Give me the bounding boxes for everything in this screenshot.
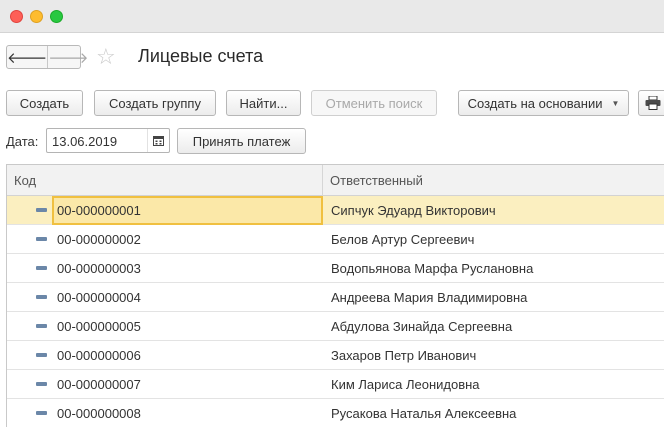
create-group-button[interactable]: Создать группу bbox=[94, 90, 216, 116]
cell-responsible[interactable]: Андреева Мария Владимировна bbox=[331, 283, 527, 312]
date-label: Дата: bbox=[6, 134, 39, 149]
element-icon bbox=[36, 411, 47, 415]
element-icon bbox=[36, 295, 47, 299]
element-icon bbox=[36, 266, 47, 270]
window-close-button[interactable] bbox=[10, 10, 23, 23]
print-icon bbox=[645, 96, 661, 110]
table-row[interactable]: 00-000000008 Русакова Наталья Алексеевна bbox=[7, 399, 664, 427]
cell-code[interactable]: 00-000000001 bbox=[52, 196, 323, 225]
element-icon bbox=[36, 382, 47, 386]
cell-code[interactable]: 00-000000005 bbox=[52, 312, 323, 341]
accept-payment-button[interactable]: Принять платеж bbox=[177, 128, 306, 154]
back-button[interactable]: 🡐 bbox=[7, 46, 49, 68]
cell-responsible[interactable]: Захаров Петр Иванович bbox=[331, 341, 476, 370]
forward-button[interactable]: 🡒 bbox=[48, 46, 88, 68]
cell-code[interactable]: 00-000000008 bbox=[52, 399, 323, 427]
column-header-responsible[interactable]: Ответственный bbox=[323, 165, 664, 196]
dropdown-arrow-icon: ▼ bbox=[611, 98, 620, 108]
window-maximize-button[interactable] bbox=[50, 10, 63, 23]
calendar-icon[interactable] bbox=[147, 129, 169, 152]
navigation-buttons: 🡐 🡒 bbox=[6, 45, 88, 69]
cell-responsible[interactable]: Абдулова Зинайда Сергеевна bbox=[331, 312, 512, 341]
element-icon bbox=[36, 237, 47, 241]
table-row[interactable]: 00-000000007 Ким Лариса Леонидовна bbox=[7, 370, 664, 399]
cell-code[interactable]: 00-000000007 bbox=[52, 370, 323, 399]
create-based-on-label: Создать на основании bbox=[467, 95, 603, 111]
back-arrow-icon: 🡐 bbox=[7, 49, 48, 67]
cell-code[interactable]: 00-000000003 bbox=[52, 254, 323, 283]
table-row[interactable]: 00-000000005 Абдулова Зинайда Сергеевна bbox=[7, 312, 664, 341]
cell-responsible[interactable]: Сипчук Эдуард Викторович bbox=[331, 196, 496, 225]
table-row[interactable]: 00-000000002 Белов Артур Сергеевич bbox=[7, 225, 664, 254]
date-value: 13.06.2019 bbox=[52, 134, 118, 149]
cell-responsible[interactable]: Водопьянова Марфа Руслановна bbox=[331, 254, 533, 283]
accounts-table: Код Ответственный 00-000000001 Сипчук Эд… bbox=[6, 164, 664, 427]
favorite-star-icon[interactable]: ☆ bbox=[96, 44, 116, 70]
cancel-search-button[interactable]: Отменить поиск bbox=[311, 90, 437, 116]
table-row[interactable]: 00-000000004 Андреева Мария Владимировна bbox=[7, 283, 664, 312]
cell-responsible[interactable]: Русакова Наталья Алексеевна bbox=[331, 399, 516, 427]
window-minimize-button[interactable] bbox=[30, 10, 43, 23]
column-header-code[interactable]: Код bbox=[7, 165, 323, 196]
table-header: Код Ответственный bbox=[7, 165, 664, 196]
find-button[interactable]: Найти... bbox=[226, 90, 301, 116]
print-button[interactable] bbox=[638, 90, 664, 116]
page-title: Лицевые счета bbox=[138, 46, 264, 66]
cell-responsible[interactable]: Белов Артур Сергеевич bbox=[331, 225, 474, 254]
forward-arrow-icon: 🡒 bbox=[48, 49, 89, 67]
cell-code[interactable]: 00-000000006 bbox=[52, 341, 323, 370]
element-icon bbox=[36, 324, 47, 328]
element-icon bbox=[36, 208, 47, 212]
cell-code[interactable]: 00-000000002 bbox=[52, 225, 323, 254]
cell-responsible[interactable]: Ким Лариса Леонидовна bbox=[331, 370, 480, 399]
element-icon bbox=[36, 353, 47, 357]
window-titlebar bbox=[0, 0, 664, 33]
date-field[interactable]: 13.06.2019 bbox=[46, 128, 170, 153]
create-based-on-button[interactable]: Создать на основании ▼ bbox=[458, 90, 629, 116]
cell-code[interactable]: 00-000000004 bbox=[52, 283, 323, 312]
create-button[interactable]: Создать bbox=[6, 90, 83, 116]
table-row[interactable]: 00-000000003 Водопьянова Марфа Руслановн… bbox=[7, 254, 664, 283]
table-row[interactable]: 00-000000001 Сипчук Эдуард Викторович bbox=[7, 196, 664, 225]
table-row[interactable]: 00-000000006 Захаров Петр Иванович bbox=[7, 341, 664, 370]
